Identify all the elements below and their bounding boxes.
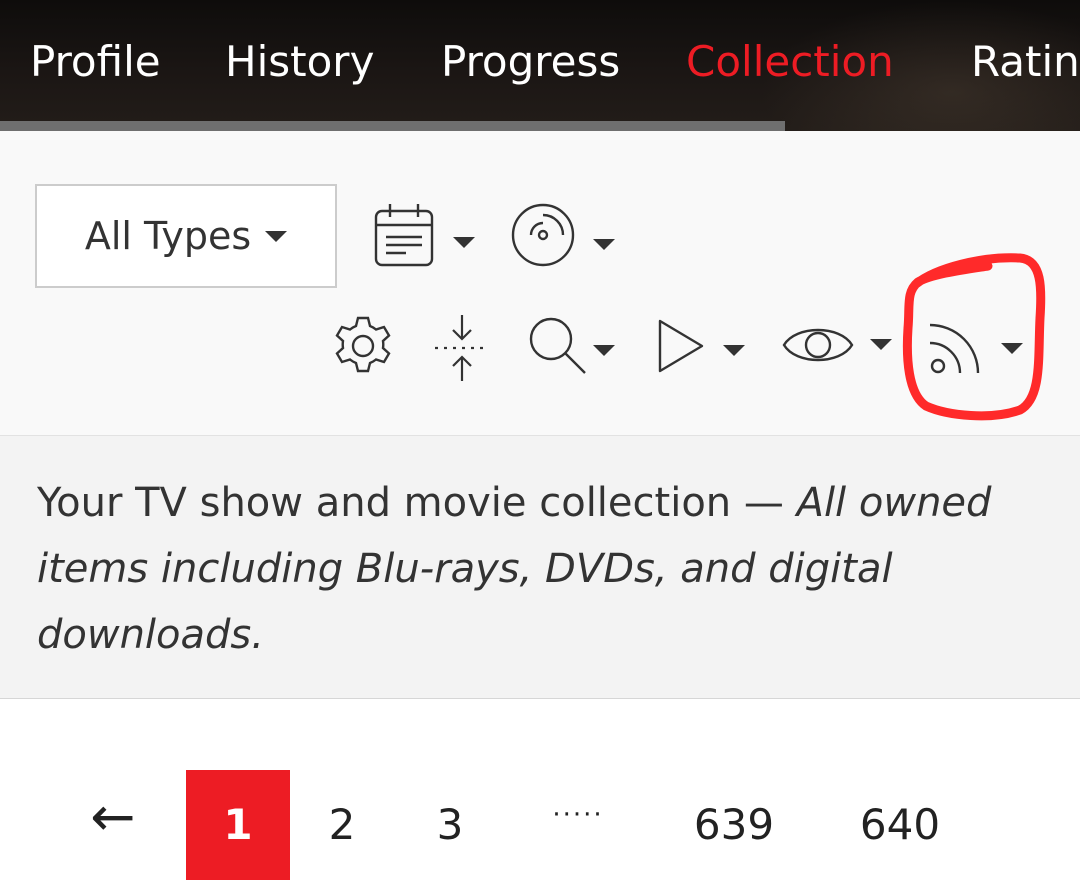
tab-history[interactable]: History	[225, 34, 374, 90]
rss-feed-button[interactable]	[926, 313, 992, 377]
chevron-down-icon[interactable]	[593, 345, 615, 356]
tab-collection[interactable]: Collection	[686, 34, 894, 90]
chevron-down-icon[interactable]	[593, 239, 615, 250]
chevron-down-icon[interactable]	[453, 237, 475, 248]
chevron-down-icon[interactable]	[723, 345, 745, 356]
watched-filter-button[interactable]	[781, 321, 855, 369]
search-button[interactable]	[527, 315, 589, 377]
settings-button[interactable]	[330, 313, 396, 379]
calendar-filter-button[interactable]	[372, 201, 436, 269]
chevron-down-icon[interactable]	[870, 339, 892, 350]
page-ellipsis: ·····	[552, 800, 604, 830]
top-nav: Profile History Progress Collection Rati…	[0, 0, 1080, 131]
rss-icon	[929, 323, 980, 374]
gear-icon	[335, 316, 391, 373]
collection-description: Your TV show and movie collection — All …	[0, 436, 1080, 699]
eye-icon	[782, 328, 854, 362]
tab-ratings[interactable]: Ratin	[971, 34, 1080, 90]
search-icon	[529, 317, 586, 374]
collapse-icon	[435, 315, 489, 381]
prev-page-button[interactable]: ←	[78, 762, 148, 872]
type-select[interactable]: All Types	[35, 184, 337, 288]
collapse-button[interactable]	[432, 313, 492, 383]
play-icon	[658, 319, 704, 373]
chevron-down-icon	[265, 230, 288, 242]
page-1-button[interactable]: 1	[186, 770, 290, 880]
page-2-button[interactable]: 2	[310, 770, 374, 880]
page-640-button[interactable]: 640	[846, 770, 954, 880]
chevron-down-icon[interactable]	[1001, 343, 1023, 354]
filter-toolbar: All Types	[0, 131, 1080, 436]
play-filter-button[interactable]	[656, 317, 706, 375]
calendar-icon	[374, 204, 434, 267]
disc-filter-button[interactable]	[510, 202, 576, 268]
page-639-button[interactable]: 639	[682, 770, 786, 880]
type-select-label: All Types	[84, 214, 252, 258]
pagination: ← 1 2 3 ····· 639 640	[0, 700, 1080, 880]
description-lead: Your TV show and movie collection —	[37, 480, 797, 526]
page-3-button[interactable]: 3	[418, 770, 482, 880]
tab-profile[interactable]: Profile	[30, 34, 161, 90]
tab-progress[interactable]: Progress	[441, 34, 620, 90]
disc-icon	[511, 203, 575, 267]
nav-scroll-indicator	[0, 121, 785, 131]
description-text: Your TV show and movie collection — All …	[37, 470, 1037, 668]
